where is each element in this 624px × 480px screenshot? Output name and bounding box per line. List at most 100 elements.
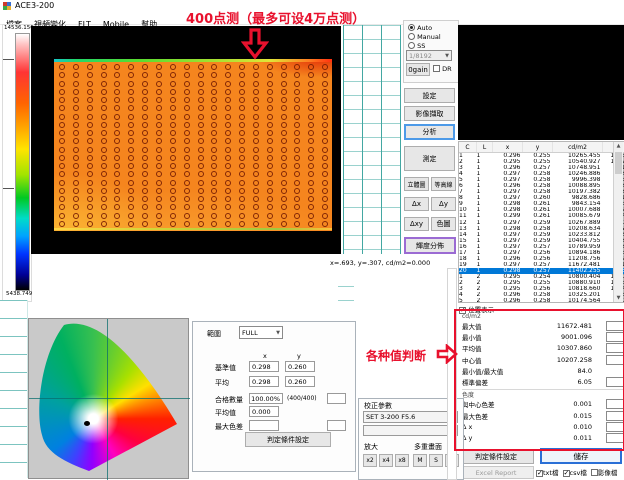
luminance-dist-button[interactable]: 輝度分佈 <box>404 237 456 254</box>
save-check-影像檔[interactable]: 影像檔 <box>591 469 618 477</box>
save-button[interactable]: 儲存 <box>540 448 622 464</box>
column-header-x[interactable]: x <box>493 142 523 153</box>
column-header-L[interactable]: L <box>477 142 493 153</box>
radio-auto[interactable]: Auto <box>408 24 432 32</box>
measurement-point <box>59 72 65 78</box>
settings-button[interactable]: 設定 <box>404 88 455 103</box>
shutter-select[interactable]: 1/8192▼ <box>406 50 452 61</box>
annotation-top-text: 400点测（最多可设4万点测） <box>186 8 365 27</box>
measurement-point <box>156 64 162 70</box>
measurement-point <box>294 163 300 169</box>
measurement-point <box>114 105 120 111</box>
scrollbar-thumb[interactable] <box>615 152 622 174</box>
table-scrollbar[interactable]: ▲ ▼ <box>613 142 623 302</box>
measurement-point <box>294 171 300 177</box>
zoom-x8-button[interactable]: x8 <box>395 454 409 467</box>
measurement-point <box>294 114 300 120</box>
measurement-point <box>101 196 107 202</box>
range-judge-condition-button[interactable]: 判定條件設定 <box>245 432 331 447</box>
measurement-point <box>73 188 79 194</box>
measurement-point <box>322 89 328 95</box>
measurement-point <box>184 64 190 70</box>
measurement-point <box>281 163 287 169</box>
cie-chromaticity-panel[interactable] <box>28 318 189 479</box>
measurement-point <box>239 122 245 128</box>
measurement-table-grid[interactable]: CLxycd/m2K110.2960.25510265.45510038210.… <box>459 142 624 304</box>
analyze-button[interactable]: 分析 <box>404 124 455 140</box>
measurement-point <box>184 188 190 194</box>
zoom-label: 放大 <box>364 442 378 452</box>
measurement-point <box>128 114 134 120</box>
multiview-s-button[interactable]: S <box>429 454 443 467</box>
zoom-x4-button[interactable]: x4 <box>379 454 393 467</box>
measurement-point <box>142 163 148 169</box>
measure-button[interactable]: 測定 <box>404 146 455 171</box>
scroll-up-icon[interactable]: ▲ <box>614 143 623 149</box>
reference-x-field[interactable]: 0.298 <box>249 361 279 372</box>
measurement-point <box>114 64 120 70</box>
radio-circle-icon[interactable] <box>408 33 415 40</box>
measurement-point <box>322 155 328 161</box>
gain-button[interactable]: 0gain <box>406 63 430 76</box>
measurement-table[interactable]: CLxycd/m2K110.2960.25510265.45510038210.… <box>458 141 624 303</box>
measurement-point <box>87 213 93 219</box>
heatmap-viewport[interactable] <box>31 26 341 254</box>
stereo-view-button[interactable]: 立體圖 <box>404 177 429 191</box>
checkbox-icon[interactable] <box>563 470 570 477</box>
measurement-point <box>114 81 120 87</box>
dr-checkbox-box[interactable] <box>433 65 440 72</box>
measurement-point <box>128 188 134 194</box>
column-header-y[interactable]: y <box>523 142 553 153</box>
measurement-point <box>142 196 148 202</box>
measurement-point <box>142 221 148 227</box>
stat-value: 84.0 <box>534 367 592 375</box>
delta-xy-button[interactable]: Δxy <box>404 217 429 231</box>
measurement-point <box>73 196 79 202</box>
radio-ss[interactable]: SS <box>408 42 425 50</box>
range-value: FULL <box>242 329 258 337</box>
judge-condition-button[interactable]: 判定條件設定 <box>458 450 534 464</box>
measurement-point <box>239 72 245 78</box>
average-y-field[interactable]: 0.260 <box>285 376 315 387</box>
measurement-point <box>128 171 134 177</box>
measurement-point <box>101 171 107 177</box>
checkbox-icon[interactable] <box>591 469 598 476</box>
camera-preview[interactable] <box>458 25 624 140</box>
measurement-point <box>114 97 120 103</box>
save-check-txt檔[interactable]: txt檔 <box>536 469 561 477</box>
measurement-point <box>253 188 259 194</box>
measurement-point <box>225 155 231 161</box>
measurement-point <box>170 114 176 120</box>
contour-button[interactable]: 等高線 <box>431 177 456 191</box>
range-select[interactable]: FULL▼ <box>239 326 283 339</box>
checkbox-icon[interactable] <box>536 470 543 477</box>
delta-x-button[interactable]: Δx <box>404 197 429 211</box>
delta-y-button[interactable]: Δy <box>431 197 456 211</box>
measurement-point <box>114 122 120 128</box>
measurement-point <box>73 163 79 169</box>
reference-y-field[interactable]: 0.260 <box>285 361 315 372</box>
measurement-point <box>253 122 259 128</box>
zoom-x2-button[interactable]: x2 <box>363 454 377 467</box>
radio-circle-icon[interactable] <box>408 24 415 31</box>
dr-checkbox[interactable]: DR <box>433 65 452 73</box>
save-check-csv檔[interactable]: csv檔 <box>563 469 589 477</box>
measurement-point <box>211 204 217 210</box>
measurement-point <box>59 114 65 120</box>
capture-button[interactable]: 影像擷取 <box>404 106 455 121</box>
measurement-point <box>322 122 328 128</box>
stats-chroma-rows: 與中心色差0.001最大色差0.015Δ x0.010Δ y0.011 <box>458 399 624 444</box>
excel-report-button[interactable]: Excel Report <box>458 466 534 479</box>
measurement-point <box>281 147 287 153</box>
luminance-heatmap[interactable] <box>54 59 332 231</box>
measurement-point <box>294 180 300 186</box>
average-x-field[interactable]: 0.298 <box>249 376 279 387</box>
measurement-point <box>322 188 328 194</box>
radio-circle-icon[interactable] <box>408 42 415 49</box>
colormap-button[interactable]: 色圖 <box>431 217 456 231</box>
scroll-down-icon[interactable]: ▼ <box>614 295 623 301</box>
column-header-cd/m2[interactable]: cd/m2 <box>553 142 603 153</box>
multiview-m-button[interactable]: M <box>413 454 427 467</box>
column-header-C[interactable]: C <box>459 142 477 153</box>
radio-manual[interactable]: Manual <box>408 33 441 41</box>
